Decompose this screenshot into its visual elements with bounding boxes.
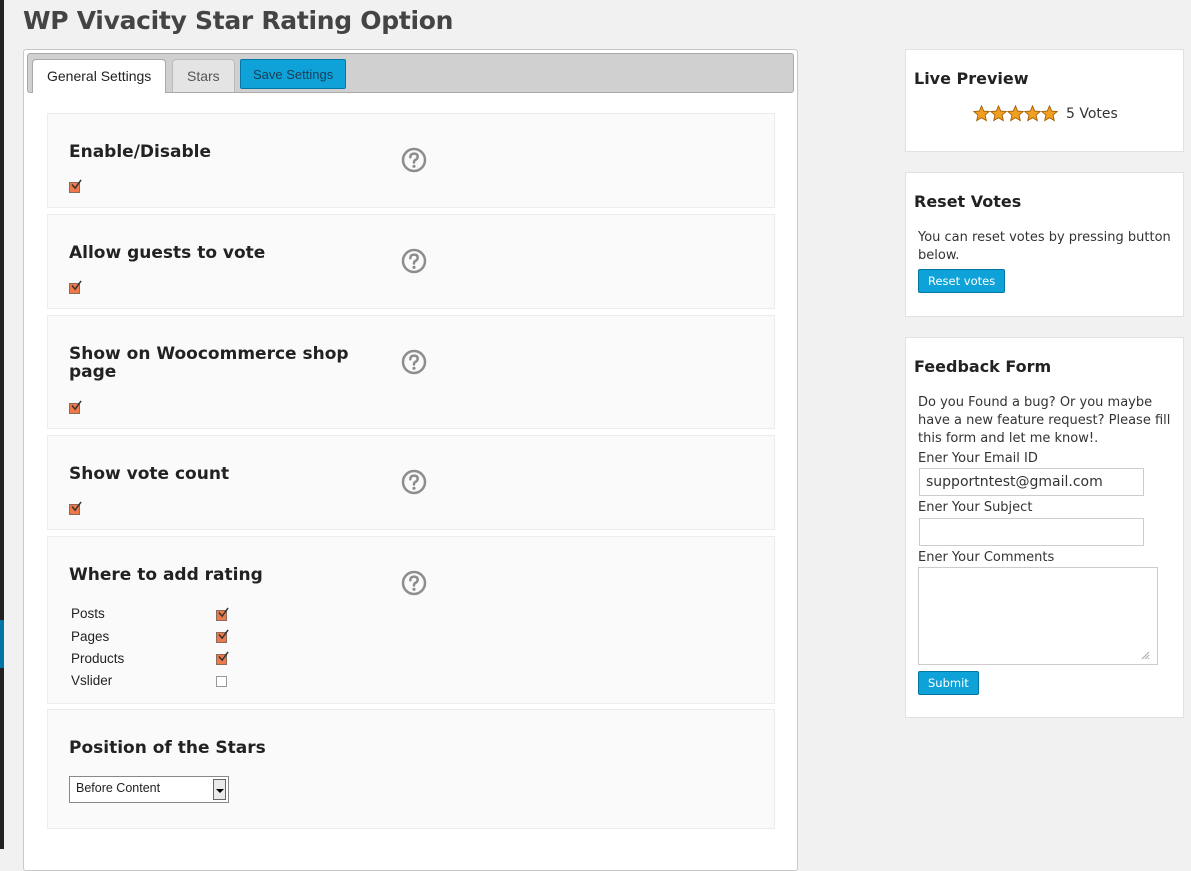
email-field[interactable] (919, 468, 1144, 496)
setting-show-vote-count: Show vote count (47, 435, 775, 530)
position-select-value: Before Content (76, 781, 161, 795)
guests-checkbox[interactable] (69, 280, 82, 294)
feedback-form-box: Feedback Form Do you Found a bug? Or you… (905, 337, 1184, 718)
shop-checkbox[interactable] (69, 400, 82, 414)
placement-label-vslider: Vslider (71, 673, 113, 688)
setting-title: Where to add rating (69, 565, 263, 585)
placement-checkbox-posts[interactable] (216, 607, 229, 621)
checkmark-icon (218, 607, 229, 618)
setting-enable: Enable/Disable (47, 113, 775, 208)
feedback-form-title: Feedback Form (914, 357, 1052, 376)
admin-sidebar-edge (0, 0, 4, 849)
checkmark-icon (71, 179, 82, 190)
setting-where-to-add: Where to add rating Posts Pages Products… (47, 536, 775, 704)
chevron-down-icon[interactable] (213, 779, 226, 800)
setting-title: Show vote count (69, 464, 230, 484)
question-circle-icon[interactable] (401, 570, 427, 596)
checkmark-icon (218, 651, 229, 662)
placement-label-pages: Pages (71, 629, 110, 644)
star-icon[interactable] (1024, 105, 1041, 122)
live-preview-box: Live Preview 5 Votes (905, 49, 1184, 152)
reset-votes-button[interactable]: Reset votes (918, 269, 1006, 293)
subject-label: Ener Your Subject (918, 500, 1033, 515)
comments-label: Ener Your Comments (918, 550, 1055, 565)
question-circle-icon[interactable] (401, 469, 427, 495)
subject-field[interactable] (919, 518, 1144, 546)
position-select[interactable]: Before Content (69, 776, 229, 803)
star-icon[interactable] (1041, 105, 1058, 122)
enable-checkbox[interactable] (69, 179, 82, 193)
reset-votes-title: Reset Votes (914, 192, 1022, 211)
tab-general-settings[interactable]: General Settings (32, 59, 167, 93)
email-label: Ener Your Email ID (918, 451, 1038, 466)
setting-title: Allow guests to vote (69, 243, 266, 263)
setting-title: Position of the Stars (69, 738, 266, 758)
setting-show-on-shop: Show on Woocommerce shop page (47, 315, 775, 429)
reset-votes-text: You can reset votes by pressing button b… (918, 230, 1171, 263)
star-icon[interactable] (990, 105, 1007, 122)
page-title: WP Vivacity Star Rating Option (23, 6, 454, 35)
settings-panel: General Settings Stars Save Settings Ena… (23, 49, 798, 871)
vote-count-checkbox[interactable] (69, 501, 82, 515)
save-settings-button[interactable]: Save Settings (240, 59, 347, 89)
placement-checkbox-vslider[interactable] (216, 676, 227, 687)
checkmark-icon (71, 280, 82, 291)
tab-bar: General Settings Stars Save Settings (27, 53, 794, 93)
checkmark-icon (218, 629, 229, 640)
star-icon[interactable] (973, 105, 990, 122)
checkmark-icon (71, 501, 82, 512)
tab-stars[interactable]: Stars (172, 59, 235, 92)
placement-label-products: Products (71, 651, 125, 666)
resize-grip-icon[interactable] (1140, 650, 1150, 660)
setting-title: Show on Woocommerce shop page (69, 344, 349, 382)
preview-votes-text: 5 Votes (1066, 106, 1118, 122)
admin-menu-indicator (0, 620, 4, 668)
feedback-intro-text: Do you Found a bug? Or you maybe have a … (918, 395, 1171, 446)
submit-button[interactable]: Submit (918, 671, 979, 695)
comments-textarea[interactable] (918, 567, 1158, 665)
placement-checkbox-pages[interactable] (216, 629, 229, 643)
reset-votes-box: Reset Votes You can reset votes by press… (905, 172, 1184, 317)
placement-checkbox-products[interactable] (216, 651, 229, 665)
live-preview-title: Live Preview (914, 69, 1029, 88)
setting-allow-guests: Allow guests to vote (47, 214, 775, 309)
placement-label-posts: Posts (71, 606, 105, 621)
question-circle-icon[interactable] (401, 147, 427, 173)
setting-position-of-stars: Position of the Stars Before Content (47, 709, 775, 829)
preview-stars[interactable] (973, 105, 1058, 123)
star-icon[interactable] (1007, 105, 1024, 122)
checkmark-icon (71, 400, 82, 411)
setting-title: Enable/Disable (69, 142, 211, 162)
question-circle-icon[interactable] (401, 248, 427, 274)
question-circle-icon[interactable] (401, 349, 427, 375)
